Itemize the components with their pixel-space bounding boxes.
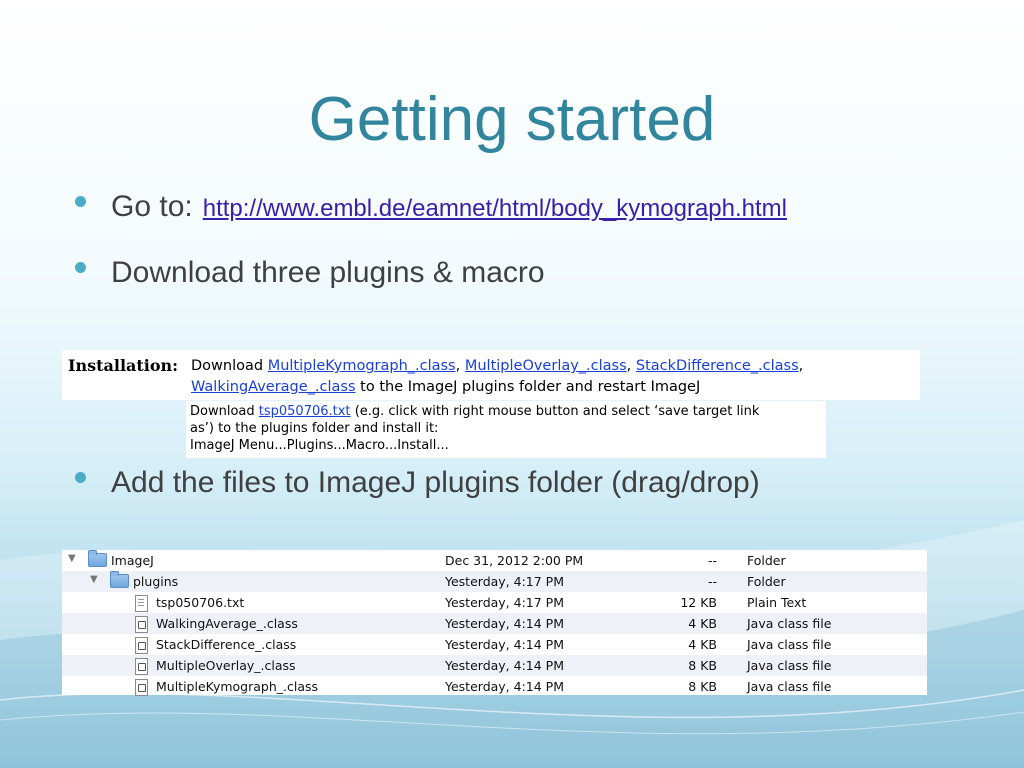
macro-text: Download tsp050706.txt (e.g. click with … [190, 404, 760, 453]
bullet-goto-label: Go to: [111, 190, 193, 223]
bullet-dot-icon [75, 262, 86, 273]
bullet-dot-icon [75, 196, 86, 207]
file-date: Yesterday, 4:17 PM [445, 574, 564, 589]
bullet-download: Download three plugins & macro [75, 256, 545, 290]
file-name: ImageJ [111, 553, 154, 568]
plugin-link-stackdifference[interactable]: StackDifference_.class [636, 358, 799, 374]
file-kind: Java class file [747, 637, 832, 652]
table-row[interactable]: tsp050706.txt Yesterday, 4:17 PM 12 KB P… [62, 592, 927, 613]
folder-icon [110, 571, 129, 588]
file-size: 8 KB [688, 658, 717, 673]
file-name: WalkingAverage_.class [156, 616, 298, 631]
disclosure-triangle-icon[interactable]: ▼ [68, 553, 76, 564]
file-name: plugins [133, 574, 179, 589]
file-date: Yesterday, 4:17 PM [445, 595, 564, 610]
bullet-add-files-text: Add the files to ImageJ plugins folder (… [111, 466, 760, 499]
file-name: StackDifference_.class [156, 637, 297, 652]
file-date: Yesterday, 4:14 PM [445, 637, 564, 652]
text-file-icon [135, 595, 148, 612]
file-name: tsp050706.txt [156, 595, 245, 610]
slide-title: Getting started [308, 85, 716, 154]
file-size: 12 KB [680, 595, 717, 610]
java-class-file-icon [135, 658, 148, 675]
table-row[interactable]: MultipleKymograph_.class Yesterday, 4:14… [62, 676, 927, 697]
file-date: Yesterday, 4:14 PM [445, 658, 564, 673]
bullet-add-files: Add the files to ImageJ plugins folder (… [75, 466, 760, 500]
plugin-link-multiplekymograph[interactable]: MultipleKymograph_.class [268, 358, 456, 374]
bullet-dot-icon [75, 472, 86, 483]
table-row[interactable]: ▼ ImageJ Dec 31, 2012 2:00 PM -- Folder [62, 550, 927, 571]
plugin-link-multipleoverlay[interactable]: MultipleOverlay_.class [465, 358, 627, 374]
finder-file-list: ▼ ImageJ Dec 31, 2012 2:00 PM -- Folder … [62, 550, 927, 697]
file-kind: Folder [747, 553, 786, 568]
java-class-file-icon [135, 616, 148, 633]
file-date: Dec 31, 2012 2:00 PM [445, 553, 584, 568]
table-row[interactable]: ▼ plugins Yesterday, 4:17 PM -- Folder [62, 571, 927, 592]
bullet-goto: Go to: http://www.embl.de/eamnet/html/bo… [75, 190, 787, 224]
file-size: -- [707, 553, 717, 568]
installation-text: Download MultipleKymograph_.class, Multi… [191, 358, 804, 395]
plugin-link-walkingaverage[interactable]: WalkingAverage_.class [191, 379, 356, 395]
disclosure-triangle-icon[interactable]: ▼ [90, 574, 98, 585]
file-kind: Java class file [747, 658, 832, 673]
file-size: -- [707, 574, 717, 589]
java-class-file-icon [135, 637, 148, 654]
file-kind: Plain Text [747, 595, 807, 610]
table-row[interactable]: WalkingAverage_.class Yesterday, 4:14 PM… [62, 613, 927, 634]
macro-panel: Download tsp050706.txt (e.g. click with … [186, 401, 826, 458]
file-date: Yesterday, 4:14 PM [445, 679, 564, 694]
file-kind: Java class file [747, 616, 832, 631]
bullet-download-text: Download three plugins & macro [111, 256, 545, 289]
kymograph-link[interactable]: http://www.embl.de/eamnet/html/body_kymo… [203, 195, 787, 223]
macro-file-link[interactable]: tsp050706.txt [259, 404, 351, 419]
file-size: 8 KB [688, 679, 717, 694]
installation-panel: Installation: Download MultipleKymograph… [62, 350, 920, 400]
file-size: 4 KB [688, 616, 717, 631]
table-row[interactable]: MultipleOverlay_.class Yesterday, 4:14 P… [62, 655, 927, 676]
file-name: MultipleKymograph_.class [156, 679, 319, 694]
folder-icon [88, 550, 107, 567]
file-kind: Java class file [747, 679, 832, 694]
java-class-file-icon [135, 679, 148, 696]
table-row[interactable]: StackDifference_.class Yesterday, 4:14 P… [62, 634, 927, 655]
file-size: 4 KB [688, 637, 717, 652]
file-name: MultipleOverlay_.class [156, 658, 296, 673]
installation-label: Installation: [68, 356, 179, 375]
file-date: Yesterday, 4:14 PM [445, 616, 564, 631]
file-kind: Folder [747, 574, 786, 589]
